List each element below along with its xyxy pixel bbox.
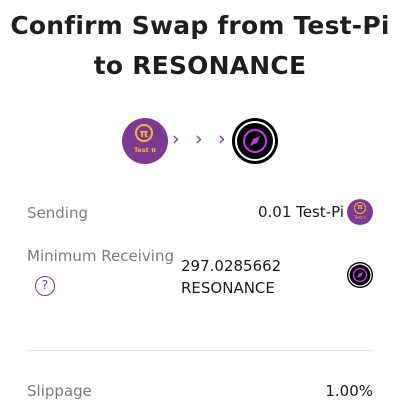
sending-label: Sending	[27, 204, 88, 222]
divider	[27, 350, 373, 351]
pi-symbol: π	[135, 124, 153, 142]
pi-coin-icon: π Test π	[347, 199, 373, 225]
pi-coin-icon: π Test π	[122, 118, 168, 164]
swap-route: π Test π › › ›	[0, 118, 400, 164]
chevron-right-icon: ›	[218, 128, 226, 150]
pi-coin-caption: Test π	[133, 146, 157, 154]
minimum-receiving-label: Minimum Receiving	[27, 247, 174, 265]
slippage-value: 1.00%	[325, 382, 373, 400]
resonance-compass-icon	[232, 118, 278, 164]
slippage-label: Slippage	[27, 382, 92, 400]
minimum-receiving-amount: 297.0285662 RESONANCE	[181, 255, 281, 299]
minimum-receiving-symbol: RESONANCE	[181, 279, 275, 297]
help-icon[interactable]: ?	[35, 276, 55, 296]
resonance-compass-icon	[347, 262, 373, 288]
minimum-receiving-number: 297.0285662	[181, 257, 282, 275]
title-line-2: to RESONANCE	[93, 51, 307, 80]
pi-symbol: π	[354, 202, 366, 214]
page-title: Confirm Swap from Test-Pi to RESONANCE	[0, 6, 400, 86]
sending-amount: 0.01 Test-Pi	[257, 203, 344, 221]
pi-coin-caption: Test π	[354, 215, 366, 220]
chevron-right-icon: ›	[172, 128, 180, 150]
title-line-1: Confirm Swap from Test-Pi	[10, 11, 390, 40]
chevron-right-icon: ›	[195, 128, 203, 150]
